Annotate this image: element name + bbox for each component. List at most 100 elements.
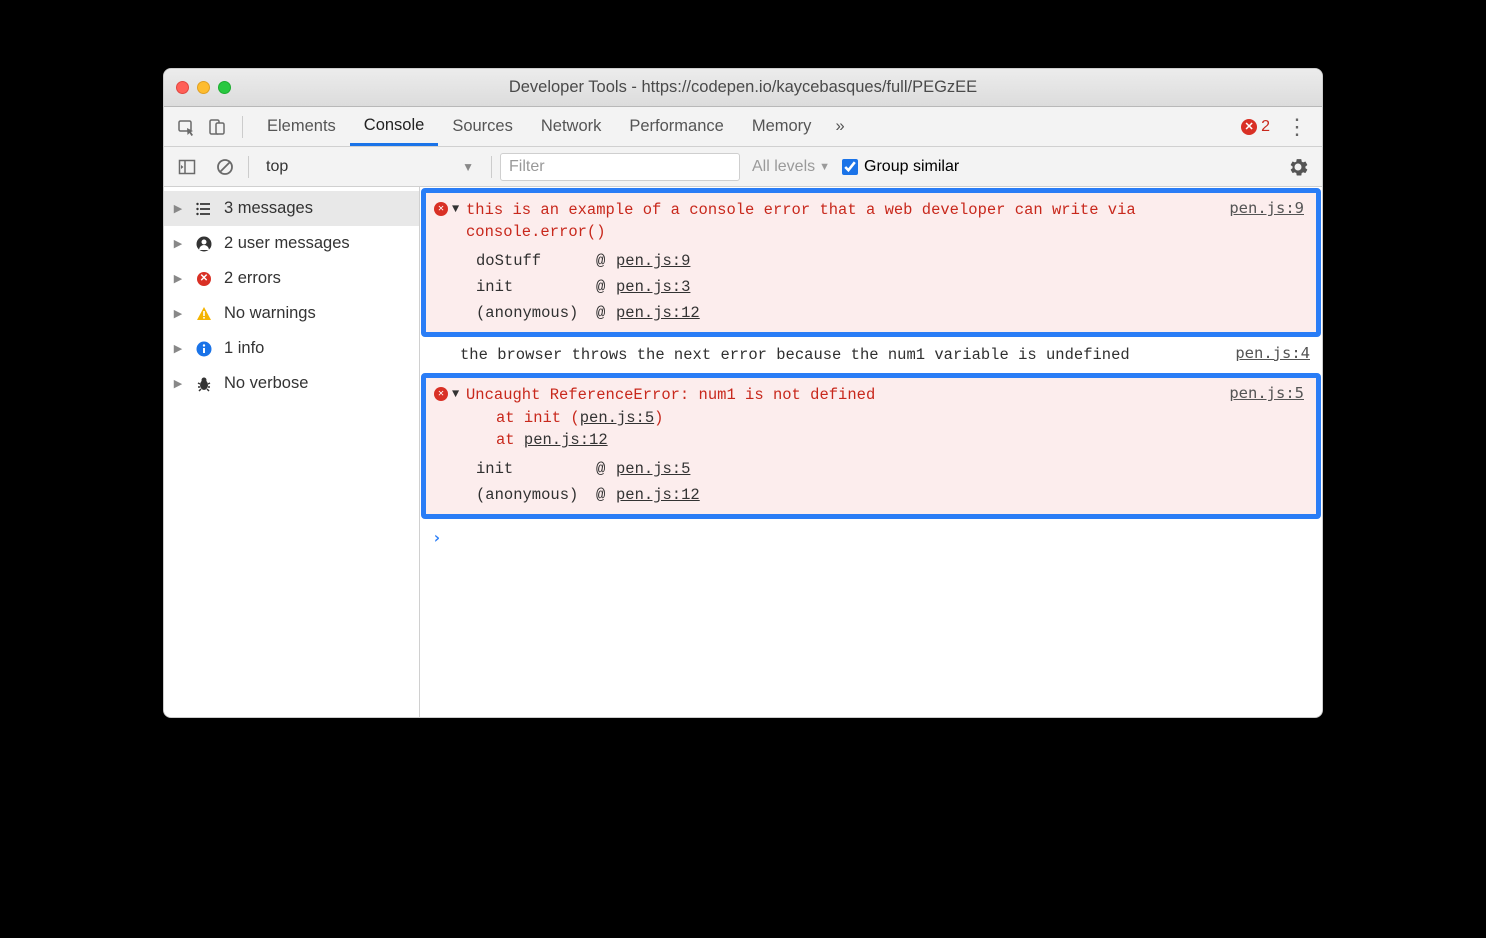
tab-network[interactable]: Network (527, 109, 616, 144)
log-levels-select[interactable]: All levels ▼ (748, 158, 834, 176)
traffic-lights (176, 81, 231, 94)
tabs-overflow-button[interactable]: » (825, 109, 854, 144)
disclosure-icon[interactable]: ▼ (452, 202, 459, 216)
list-icon (194, 201, 214, 217)
disclosure-icon: ▶ (172, 307, 184, 320)
inline-stack-prefix: at init ( (496, 409, 580, 427)
toggle-sidebar-icon[interactable] (172, 156, 202, 178)
bug-icon (194, 376, 214, 392)
inline-stack-prefix: at (496, 431, 524, 449)
console-sidebar: ▶ 3 messages ▶ 2 user messages ▶ ✕ 2 err… (164, 187, 420, 717)
divider (242, 116, 243, 138)
console-body: ▶ 3 messages ▶ 2 user messages ▶ ✕ 2 err… (164, 187, 1322, 717)
sidebar-item-label: 3 messages (224, 199, 313, 218)
sidebar-item-label: No verbose (224, 374, 308, 393)
maximize-window-button[interactable] (218, 81, 231, 94)
clear-console-icon[interactable] (210, 156, 240, 178)
sidebar-item-label: 2 errors (224, 269, 281, 288)
divider (248, 156, 249, 178)
source-link[interactable]: pen.js:9 (1217, 199, 1304, 244)
console-settings-icon[interactable] (1282, 157, 1314, 177)
error-icon: ✕ (1241, 119, 1257, 135)
error-count-badge[interactable]: ✕ 2 (1241, 118, 1270, 136)
tab-elements[interactable]: Elements (253, 109, 350, 144)
console-toolbar: top ▼ All levels ▼ Group similar (164, 147, 1322, 187)
warning-icon (194, 306, 214, 322)
stack-frame-at: @ (596, 460, 614, 478)
tab-performance[interactable]: Performance (615, 109, 737, 144)
device-toolbar-icon[interactable] (202, 114, 232, 140)
sidebar-item-label: 2 user messages (224, 234, 350, 253)
stack-frame: init @ pen.js:3 (466, 274, 1304, 300)
group-similar-checkbox[interactable]: Group similar (842, 158, 959, 176)
source-link[interactable]: pen.js:12 (616, 486, 700, 504)
stack-frame: (anonymous) @ pen.js:12 (466, 482, 1304, 508)
inspect-element-icon[interactable] (172, 114, 202, 140)
sidebar-item-verbose[interactable]: ▶ No verbose (164, 366, 419, 401)
devtools-window: Developer Tools - https://codepen.io/kay… (163, 68, 1323, 718)
error-icon: ✕ (434, 387, 448, 401)
error-icon: ✕ (434, 202, 448, 216)
console-prompt[interactable]: › (420, 520, 1322, 555)
stack-frame-fn: (anonymous) (476, 486, 594, 504)
tab-memory[interactable]: Memory (738, 109, 826, 144)
dropdown-icon: ▼ (462, 160, 474, 174)
disclosure-icon: ▶ (172, 237, 184, 250)
sidebar-item-errors[interactable]: ▶ ✕ 2 errors (164, 261, 419, 296)
disclosure-icon: ▶ (172, 342, 184, 355)
console-output: ✕ ▼ this is an example of a console erro… (420, 187, 1322, 717)
sidebar-item-user-messages[interactable]: ▶ 2 user messages (164, 226, 419, 261)
minimize-window-button[interactable] (197, 81, 210, 94)
source-link[interactable]: pen.js:5 (1217, 384, 1304, 451)
console-error-message[interactable]: ✕ ▼ Uncaught ReferenceError: num1 is not… (426, 378, 1316, 513)
context-label: top (266, 158, 288, 176)
stack-frame: (anonymous) @ pen.js:12 (466, 300, 1304, 326)
tab-sources[interactable]: Sources (438, 109, 527, 144)
stack-frame-fn: init (476, 278, 594, 296)
tab-console[interactable]: Console (350, 108, 439, 146)
window-title: Developer Tools - https://codepen.io/kay… (164, 78, 1322, 97)
sidebar-item-messages[interactable]: ▶ 3 messages (164, 191, 419, 226)
devtools-tabbar: Elements Console Sources Network Perform… (164, 107, 1322, 147)
titlebar: Developer Tools - https://codepen.io/kay… (164, 69, 1322, 107)
error-headline: Uncaught ReferenceError: num1 is not def… (466, 386, 875, 404)
inline-stack-suffix: ) (654, 409, 663, 427)
highlight-annotation: ✕ ▼ Uncaught ReferenceError: num1 is not… (421, 373, 1321, 518)
disclosure-icon: ▶ (172, 272, 184, 285)
divider (491, 156, 492, 178)
source-link[interactable]: pen.js:4 (1223, 344, 1310, 366)
source-link[interactable]: pen.js:5 (616, 460, 690, 478)
console-log-message[interactable]: the browser throws the next error becaus… (420, 338, 1322, 372)
stack-frame-at: @ (596, 278, 614, 296)
group-similar-input[interactable] (842, 159, 858, 175)
source-link[interactable]: pen.js:5 (580, 409, 654, 427)
source-link[interactable]: pen.js:12 (524, 431, 608, 449)
group-similar-label: Group similar (864, 158, 959, 176)
close-window-button[interactable] (176, 81, 189, 94)
execution-context-select[interactable]: top ▼ (257, 154, 483, 180)
sidebar-item-label: No warnings (224, 304, 316, 323)
source-link[interactable]: pen.js:9 (616, 252, 690, 270)
stack-frame-at: @ (596, 252, 614, 270)
sidebar-item-warnings[interactable]: ▶ No warnings (164, 296, 419, 331)
filter-input[interactable] (500, 153, 740, 181)
stack-frame-fn: (anonymous) (476, 304, 594, 322)
error-count-value: 2 (1261, 118, 1270, 136)
stack-frame-fn: doStuff (476, 252, 594, 270)
user-icon (194, 236, 214, 252)
source-link[interactable]: pen.js:12 (616, 304, 700, 322)
stack-frame-at: @ (596, 486, 614, 504)
stack-frame: doStuff @ pen.js:9 (466, 248, 1304, 274)
message-text: Uncaught ReferenceError: num1 is not def… (466, 384, 1217, 451)
stack-frame-fn: init (476, 460, 594, 478)
source-link[interactable]: pen.js:3 (616, 278, 690, 296)
message-text: the browser throws the next error becaus… (460, 344, 1223, 366)
more-options-button[interactable]: ⋮ (1280, 114, 1314, 140)
sidebar-item-label: 1 info (224, 339, 264, 358)
sidebar-item-info[interactable]: ▶ 1 info (164, 331, 419, 366)
disclosure-icon[interactable]: ▼ (452, 387, 459, 401)
dropdown-icon: ▼ (819, 161, 830, 173)
console-error-message[interactable]: ✕ ▼ this is an example of a console erro… (426, 193, 1316, 332)
disclosure-icon: ▶ (172, 377, 184, 390)
stack-frame-at: @ (596, 304, 614, 322)
